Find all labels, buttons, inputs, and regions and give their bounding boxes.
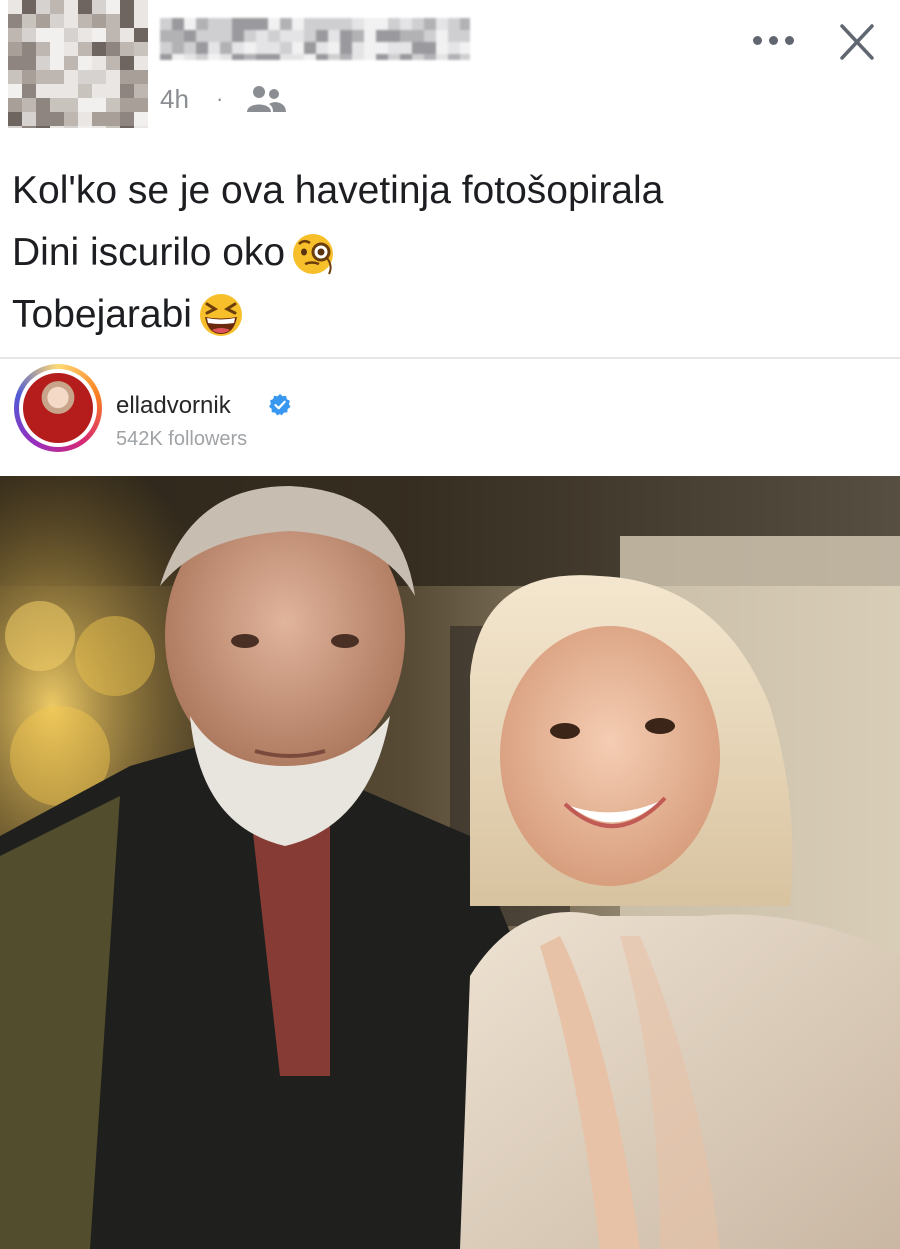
author-name-blurred[interactable] (160, 18, 470, 60)
more-icon (752, 35, 762, 45)
post-text-line: Kol'ko se je ova havetinja fotošopirala (12, 160, 892, 222)
divider (0, 357, 900, 359)
post-text-line-3: Tobejarabi (12, 293, 192, 336)
verified-badge-icon (269, 394, 291, 416)
embed-username[interactable]: elladvornik (116, 392, 231, 420)
embed-avatar[interactable] (14, 364, 102, 452)
post-header: 4h · (0, 0, 900, 130)
selfie-photo (0, 476, 900, 1249)
post-text-line-1: Kol'ko se je ova havetinja fotošopirala (12, 169, 664, 212)
meta-separator: · (216, 86, 224, 111)
embed-followers-count: 542K followers (116, 428, 248, 450)
face-with-monocle-icon (293, 234, 334, 275)
close-icon[interactable] (828, 14, 886, 72)
post-text-line-2: Dini iscurilo oko (12, 231, 286, 274)
post-message: Kol'ko se je ova havetinja fotošopirala … (12, 160, 892, 346)
post-photo[interactable] (0, 476, 900, 1249)
post-timestamp[interactable]: 4h (160, 84, 189, 115)
post-text-line: Dini iscurilo oko (12, 222, 892, 284)
more-options-button[interactable] (740, 20, 806, 60)
post-text-line: Tobejarabi (12, 284, 892, 346)
grinning-squinting-face-icon (199, 294, 242, 336)
friends-icon (247, 86, 286, 112)
author-avatar-blurred[interactable] (8, 0, 148, 128)
